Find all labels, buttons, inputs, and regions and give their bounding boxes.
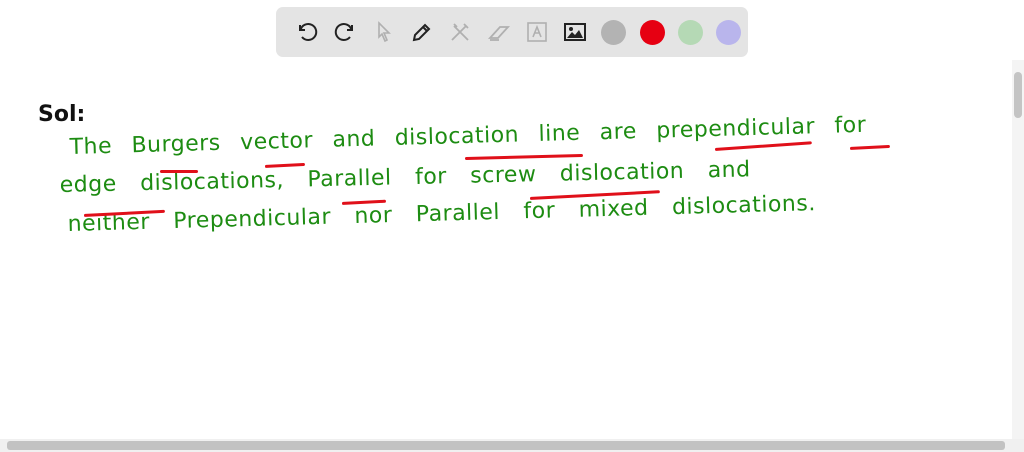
handwritten-line-3: neither Prependicular nor Parallel for m… (67, 191, 817, 237)
pen-icon (412, 23, 431, 42)
redo-button[interactable] (326, 14, 364, 50)
image-tool[interactable] (556, 14, 594, 50)
color-red[interactable] (633, 14, 671, 50)
vertical-scrollbar[interactable] (1012, 60, 1024, 439)
underline-prependicular (714, 141, 812, 151)
text-tool[interactable] (518, 14, 556, 50)
horizontal-scroll-thumb[interactable] (7, 441, 1005, 450)
undo-button[interactable] (288, 14, 326, 50)
color-green[interactable] (671, 14, 709, 50)
eraser-icon (487, 26, 510, 41)
text-icon (527, 22, 547, 42)
cursor-icon (378, 21, 391, 43)
purple-swatch (716, 19, 742, 45)
pen-tool[interactable] (403, 14, 441, 50)
eraser-tool[interactable] (480, 14, 518, 50)
color-purple[interactable] (710, 14, 748, 50)
underline-burgers (160, 170, 198, 173)
horizontal-scrollbar[interactable] (0, 439, 1024, 452)
handwritten-line-1: The Burgers vector and dislocation line … (69, 112, 867, 160)
color-gray[interactable] (595, 14, 633, 50)
underline-for (849, 144, 891, 150)
vertical-scroll-thumb[interactable] (1014, 72, 1022, 118)
tools-tool[interactable] (441, 14, 479, 50)
drawing-toolbar (276, 7, 748, 57)
underline-dislocation-line (464, 153, 583, 160)
redo-icon (335, 23, 354, 41)
undo-icon (299, 23, 318, 41)
gray-swatch (601, 19, 627, 45)
tools-icon (451, 23, 470, 41)
red-swatch (639, 19, 665, 45)
image-icon (564, 23, 587, 41)
green-swatch (677, 19, 703, 45)
select-tool[interactable] (365, 14, 403, 50)
solution-label: Sol: (38, 102, 86, 127)
